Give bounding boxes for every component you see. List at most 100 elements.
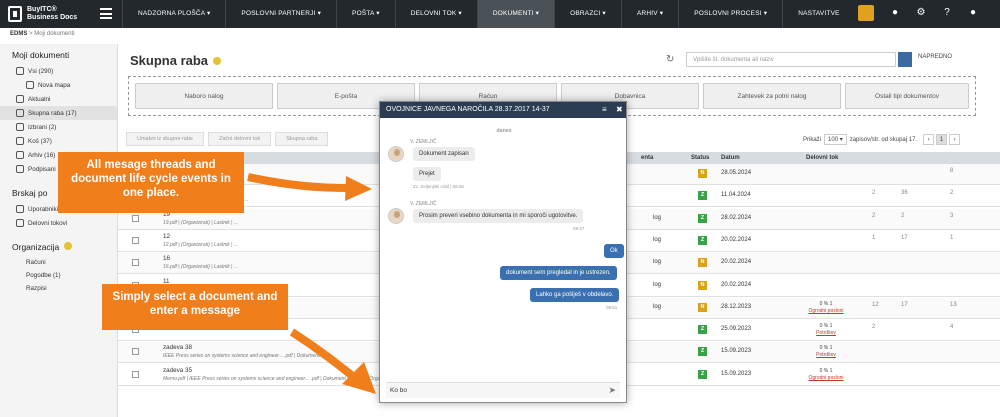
col-date[interactable]: Datum — [721, 155, 740, 161]
comment-count[interactable]: 1 — [872, 235, 875, 241]
hamburger-menu-icon[interactable] — [100, 8, 112, 19]
nav-forms[interactable]: OBRAZCI ▾ — [554, 0, 621, 28]
status-badge: Z — [698, 369, 707, 379]
share-button[interactable]: Skupna raba — [275, 132, 329, 146]
info-icon[interactable] — [213, 56, 222, 65]
sidebar-item-all[interactable]: Vsi (290) — [0, 64, 117, 78]
page-size-select[interactable]: 100 ▾ — [824, 134, 847, 145]
signature-icon — [16, 165, 24, 173]
comment-count[interactable]: 2 — [872, 324, 875, 330]
share-count[interactable]: 4 — [950, 324, 953, 330]
version-count[interactable]: 36 — [901, 190, 908, 196]
gear-icon[interactable]: ⚙ — [914, 6, 928, 20]
status-badge: N — [698, 302, 707, 312]
help-icon[interactable]: ? — [940, 6, 954, 20]
row-date: 15.09.2023 — [721, 348, 752, 355]
nav-archive[interactable]: ARHIV ▾ — [620, 0, 678, 28]
row-date: 25.09.2023 — [721, 326, 752, 333]
row-date: 20.02.2024 — [721, 236, 752, 243]
message-input[interactable]: Ko bo ➤ — [386, 382, 620, 398]
sidebar-item-invoices[interactable]: Računi — [0, 256, 117, 269]
row-checkbox[interactable] — [132, 370, 139, 378]
lock-icon[interactable]: ● — [888, 6, 902, 20]
sidebar-item-current[interactable]: Aktualni — [0, 92, 117, 106]
category-other[interactable]: Ostali tipi dokumentov — [845, 83, 969, 109]
workflow-link[interactable]: Potrditev — [816, 352, 836, 358]
version-count[interactable]: 17 — [901, 302, 908, 308]
nav-partners[interactable]: POSLOVNI PARTNERJI ▾ — [225, 0, 336, 28]
row-workflow: 0 % 1 Potrditev — [816, 323, 836, 337]
sidebar-item-selected[interactable]: Izbrani (2) — [0, 120, 117, 134]
status-badge: N — [698, 169, 707, 178]
share-count[interactable]: 8 — [950, 168, 953, 174]
version-count[interactable]: 2 — [901, 213, 904, 219]
share-count[interactable]: 2 — [950, 190, 953, 196]
sidebar-item-trash[interactable]: Koš (37) — [0, 134, 117, 148]
app-window: BuyITC® Business Docs NADZORNA PLOŠČA ▾ … — [0, 0, 1000, 417]
nav-settings[interactable]: NASTAVITVE — [782, 0, 855, 28]
category-order[interactable]: Naboro nalog — [135, 83, 273, 109]
status-badge: Z — [698, 191, 707, 201]
share-count[interactable]: 1 — [950, 235, 953, 241]
breadcrumb-current: Moji dokumenti — [34, 31, 75, 37]
breadcrumb-root[interactable]: EDMS — [10, 31, 27, 37]
filter-icon[interactable]: ≡ — [602, 102, 607, 118]
sidebar-item-contracts[interactable]: Pogodbe (1) — [0, 269, 117, 282]
nav-workflow[interactable]: DELOVNI TOK ▾ — [394, 0, 477, 28]
row-checkbox[interactable] — [132, 348, 139, 356]
folder-icon — [26, 81, 34, 89]
row-title[interactable]: 12 — [163, 233, 170, 240]
row-subtitle: IEEE Press series on systems science and… — [163, 353, 325, 360]
row-checkbox[interactable] — [132, 259, 139, 267]
comment-count[interactable]: 2 — [872, 213, 875, 219]
row-date: 15.09.2023 — [721, 370, 752, 377]
sender-name: V. ZEMLJIČ — [410, 201, 437, 207]
callout-select: Simply select a document and enter a mes… — [102, 284, 288, 330]
main-menu: NADZORNA PLOŠČA ▾ POSLOVNI PARTNERJI ▾ P… — [122, 0, 855, 28]
workflow-link[interactable]: Ogrodni posloni — [808, 308, 843, 314]
sidebar-item-new-folder[interactable]: Nova mapa — [0, 78, 117, 92]
comment-count[interactable]: 2 — [872, 190, 875, 196]
start-workflow-button[interactable]: Začni delovni tok — [207, 132, 272, 146]
nav-processes[interactable]: POSLOVNI PROCESI ▾ — [678, 0, 782, 28]
version-count[interactable]: 17 — [901, 235, 908, 241]
share-count[interactable]: 13 — [950, 302, 957, 308]
nav-documents[interactable]: DOKUMENTI ▾ — [476, 0, 555, 28]
page-1-button[interactable]: 1 — [936, 134, 948, 145]
share-count[interactable]: 3 — [950, 213, 953, 219]
row-title[interactable]: zadeva 38 — [163, 344, 192, 351]
search-icon[interactable] — [858, 5, 874, 21]
callout-threads: All mesage threads and document life cyc… — [58, 152, 244, 213]
comment-count[interactable]: 12 — [872, 302, 879, 308]
workflow-link[interactable]: Potrditev — [816, 330, 836, 336]
next-page-button[interactable]: › — [949, 134, 961, 145]
search-button[interactable] — [898, 52, 912, 67]
toolbar: Umakni iz skupne rabe Začni delovni tok … — [126, 132, 332, 146]
sidebar-item-tenders[interactable]: Razpisi — [0, 282, 117, 295]
unshare-button[interactable]: Umakni iz skupne rabe — [126, 132, 204, 146]
nav-dashboard[interactable]: NADZORNA PLOŠČA ▾ — [122, 0, 225, 28]
prev-page-button[interactable]: ‹ — [923, 134, 935, 145]
status-badge: N — [698, 258, 707, 268]
advanced-filter[interactable]: NAPREDNO — [918, 54, 952, 60]
send-icon[interactable]: ➤ — [608, 385, 616, 396]
col-workflow[interactable]: Delovni tok — [806, 155, 838, 161]
workflow-link[interactable]: Ogrodni posloni — [808, 375, 843, 381]
category-travel-order[interactable]: Zahtevek za potni nalog — [703, 83, 841, 109]
col-status[interactable]: Status — [691, 155, 709, 161]
close-icon[interactable]: ✖ — [616, 102, 623, 118]
info-icon[interactable] — [64, 242, 73, 250]
logo[interactable]: BuyITC® Business Docs — [8, 5, 77, 23]
sidebar-item-workflows[interactable]: Delovni tokovi — [0, 216, 117, 230]
row-title[interactable]: zadeva 35 — [163, 367, 192, 374]
col-type[interactable]: enta — [641, 155, 653, 161]
row-checkbox[interactable] — [132, 214, 139, 222]
refresh-icon[interactable]: ↻ — [666, 54, 674, 65]
nav-mail[interactable]: POŠTA ▾ — [336, 0, 395, 28]
trash-icon — [16, 137, 24, 145]
user-icon[interactable]: ● — [966, 6, 980, 20]
search-input[interactable]: Vpišite št. dokumenta ali naziv — [686, 52, 896, 67]
row-title[interactable]: 16 — [163, 255, 170, 262]
row-checkbox[interactable] — [132, 236, 139, 244]
sidebar-item-shared[interactable]: Skupna raba (17) — [0, 106, 117, 120]
